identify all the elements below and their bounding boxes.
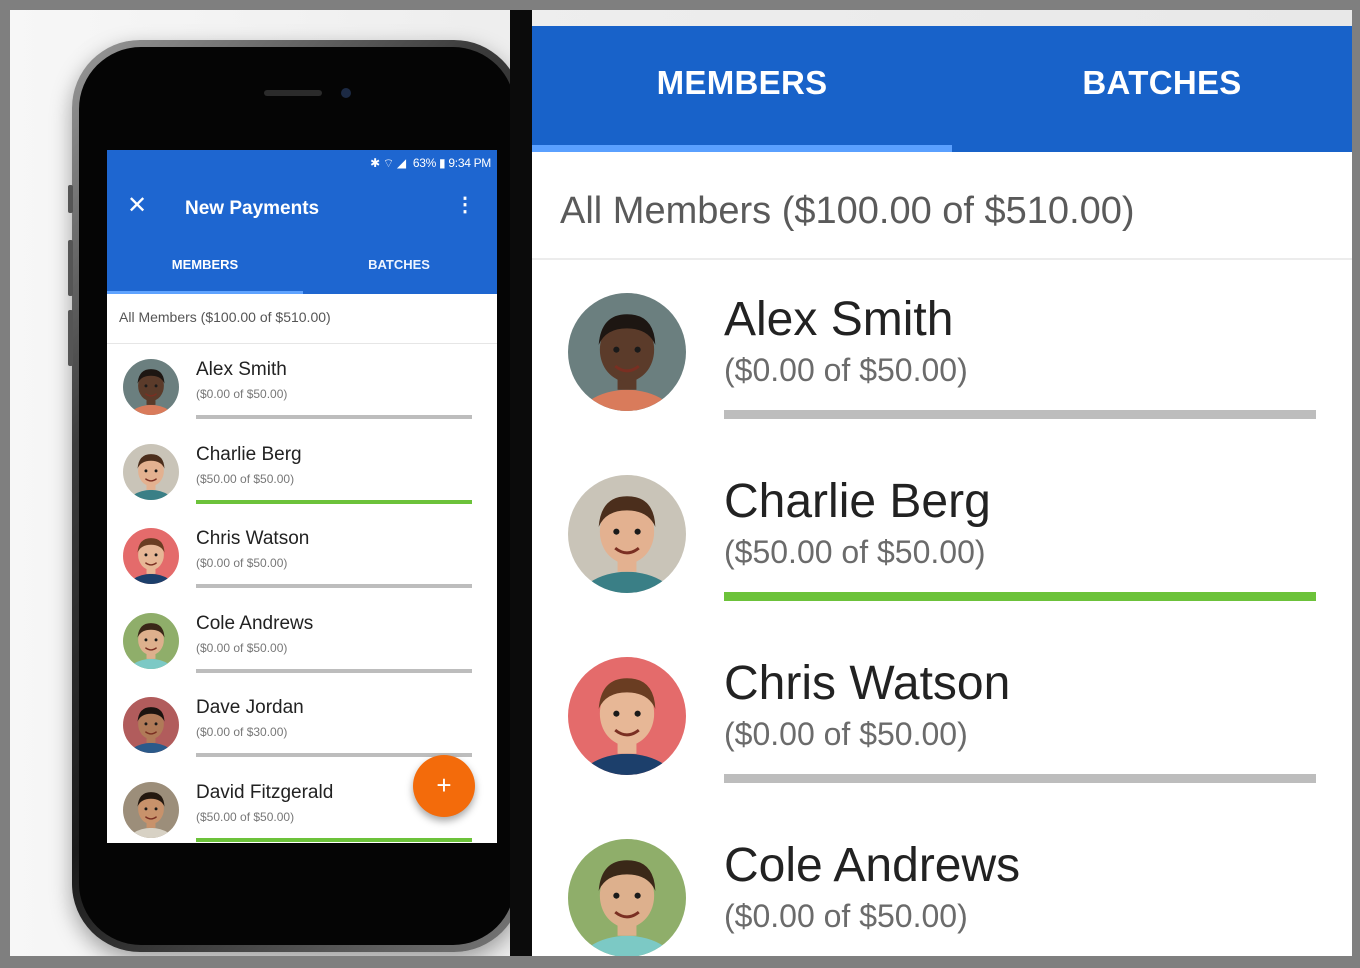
avatar bbox=[123, 697, 179, 753]
member-amount: ($0.00 of $50.00) bbox=[724, 352, 968, 388]
avatar-image bbox=[568, 657, 686, 775]
tab-members-large[interactable]: MEMBERS bbox=[532, 64, 952, 102]
tab-batches-large[interactable]: BATCHES bbox=[952, 64, 1352, 102]
avatar-image bbox=[568, 475, 686, 593]
avatar-image bbox=[123, 612, 179, 669]
phone-camera bbox=[341, 88, 351, 98]
phone-volume-up bbox=[68, 240, 73, 296]
avatar-image bbox=[568, 293, 686, 411]
zoomed-panel: MEMBERS BATCHES All Members ($100.00 of … bbox=[532, 26, 1352, 956]
member-amount: ($50.00 of $50.00) bbox=[724, 534, 986, 570]
image-frame: ✱ ⌔ ◢ 63% ▮ 9:34 PM ✕ New Payments ⋮ MEM… bbox=[10, 10, 1352, 956]
close-icon[interactable]: ✕ bbox=[127, 194, 147, 218]
member-amount: ($0.00 of $50.00) bbox=[724, 898, 968, 934]
avatar bbox=[123, 359, 179, 415]
avatar bbox=[123, 612, 179, 669]
tab-batches[interactable]: BATCHES bbox=[301, 257, 497, 272]
avatar-image bbox=[123, 697, 179, 753]
member-amount: ($0.00 of $50.00) bbox=[196, 640, 288, 655]
payment-progress-bar bbox=[196, 584, 472, 588]
avatar bbox=[123, 528, 179, 584]
member-row-large[interactable]: Charlie Berg ($50.00 of $50.00) bbox=[532, 442, 1352, 624]
member-name: Charlie Berg bbox=[196, 443, 302, 465]
avatar bbox=[123, 781, 179, 838]
member-row[interactable]: Alex Smith ($0.00 of $50.00) bbox=[107, 344, 497, 429]
member-row[interactable]: Charlie Berg ($50.00 of $50.00) bbox=[107, 429, 497, 514]
more-vert-icon[interactable]: ⋮ bbox=[455, 195, 475, 215]
avatar-image bbox=[123, 443, 179, 500]
payment-progress-bar bbox=[196, 753, 472, 757]
phone-device: ✱ ⌔ ◢ 63% ▮ 9:34 PM ✕ New Payments ⋮ MEM… bbox=[68, 40, 522, 952]
status-bar: ✱ ⌔ ◢ 63% ▮ 9:34 PM bbox=[370, 156, 491, 171]
phone-volume-down bbox=[68, 310, 73, 366]
progress-fill bbox=[724, 592, 1316, 601]
phone-speaker bbox=[264, 90, 322, 96]
member-amount: ($50.00 of $50.00) bbox=[196, 471, 295, 486]
clock: 9:34 PM bbox=[448, 156, 491, 170]
member-row[interactable]: Cole Andrews ($0.00 of $50.00) bbox=[107, 598, 497, 683]
avatar bbox=[568, 475, 686, 593]
payment-progress-bar bbox=[724, 592, 1316, 601]
tab-indicator-large bbox=[532, 145, 952, 152]
status-icons: ✱ ⌔ ◢ bbox=[370, 156, 406, 170]
member-row-large[interactable]: Chris Watson ($0.00 of $50.00) bbox=[532, 624, 1352, 806]
avatar-image bbox=[123, 781, 179, 838]
member-amount: ($50.00 of $50.00) bbox=[196, 809, 295, 824]
avatar bbox=[568, 657, 686, 775]
member-amount: ($0.00 of $30.00) bbox=[196, 725, 288, 739]
battery-icon: ▮ bbox=[439, 156, 446, 170]
panel-divider bbox=[510, 10, 532, 956]
avatar bbox=[568, 293, 686, 411]
payment-progress-bar bbox=[724, 410, 1316, 419]
battery-level: 63% bbox=[412, 156, 436, 170]
avatar-image bbox=[568, 839, 686, 956]
tab-indicator bbox=[107, 291, 303, 294]
member-amount: ($0.00 of $50.00) bbox=[196, 556, 288, 570]
phone-side-button bbox=[68, 185, 73, 213]
plus-icon: + bbox=[436, 770, 452, 800]
member-row-large[interactable]: Cole Andrews ($0.00 of $50.00) bbox=[532, 806, 1352, 956]
payment-progress-bar bbox=[196, 837, 472, 842]
member-amount: ($0.00 of $50.00) bbox=[724, 716, 968, 752]
tab-bar: MEMBERS BATCHES bbox=[532, 26, 1352, 152]
members-summary-large: All Members ($100.00 of $510.00) bbox=[532, 152, 1352, 260]
tab-members[interactable]: MEMBERS bbox=[107, 257, 303, 272]
payment-progress-bar bbox=[196, 499, 472, 504]
member-amount: ($0.00 of $50.00) bbox=[196, 387, 288, 401]
page-title: New Payments bbox=[185, 198, 320, 219]
member-row[interactable]: Dave Jordan ($0.00 of $30.00) bbox=[107, 682, 497, 767]
progress-fill bbox=[196, 499, 472, 504]
member-row-large[interactable]: Alex Smith ($0.00 of $50.00) bbox=[532, 260, 1352, 442]
members-summary: All Members ($100.00 of $510.00) bbox=[107, 294, 497, 344]
payment-progress-bar bbox=[724, 774, 1316, 783]
member-name: Cole Andrews bbox=[724, 839, 1021, 892]
payment-progress-bar bbox=[196, 415, 472, 419]
phone-app-bar: ✱ ⌔ ◢ 63% ▮ 9:34 PM ✕ New Payments ⋮ MEM… bbox=[107, 150, 497, 294]
member-name: Alex Smith bbox=[724, 293, 954, 346]
phone-body: ✱ ⌔ ◢ 63% ▮ 9:34 PM ✕ New Payments ⋮ MEM… bbox=[79, 47, 515, 945]
member-name: Cole Andrews bbox=[196, 612, 314, 634]
payment-progress-bar bbox=[196, 668, 472, 673]
member-name: Chris Watson bbox=[196, 528, 310, 549]
member-name: Charlie Berg bbox=[724, 475, 991, 528]
member-row[interactable]: Chris Watson ($0.00 of $50.00) bbox=[107, 513, 497, 598]
member-name: Chris Watson bbox=[724, 657, 1011, 710]
avatar bbox=[568, 839, 686, 956]
member-name: Dave Jordan bbox=[196, 697, 304, 718]
phone-screen: ✱ ⌔ ◢ 63% ▮ 9:34 PM ✕ New Payments ⋮ MEM… bbox=[107, 150, 497, 843]
add-payment-button[interactable]: + bbox=[413, 755, 475, 817]
member-list-large: Alex Smith ($0.00 of $50.00) Charlie Ber… bbox=[532, 260, 1352, 956]
member-name: Alex Smith bbox=[196, 359, 287, 380]
member-name: David Fitzgerald bbox=[196, 781, 334, 803]
avatar bbox=[123, 443, 179, 500]
progress-fill bbox=[196, 837, 472, 842]
avatar-image bbox=[123, 359, 179, 415]
avatar-image bbox=[123, 528, 179, 584]
